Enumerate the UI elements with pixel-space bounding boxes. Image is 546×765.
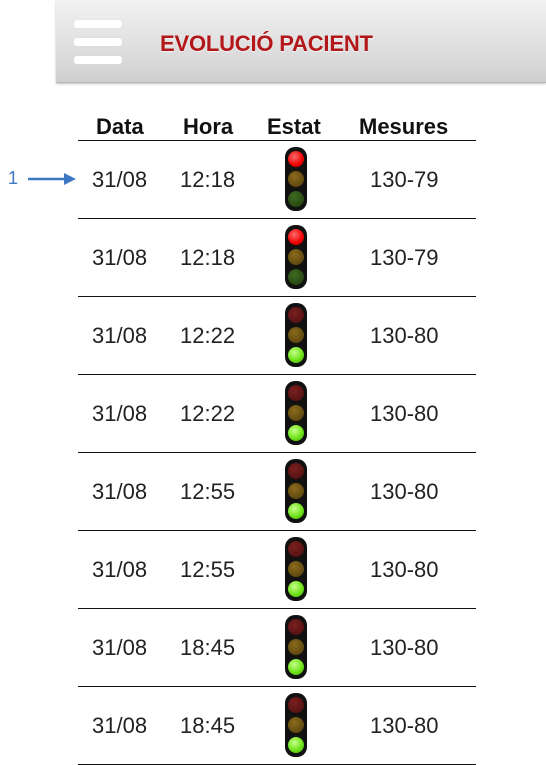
- cell-measure: 130-80: [370, 713, 439, 738]
- traffic-light-yellow-lamp: [288, 327, 304, 343]
- traffic-light-green-lamp: [288, 503, 304, 519]
- traffic-light-red-lamp: [288, 541, 304, 557]
- cell-measure: 130-80: [370, 401, 439, 426]
- cell-measure: 130-79: [370, 167, 439, 192]
- column-header-mesures: Mesures: [359, 114, 449, 139]
- cell-date: 31/08: [92, 323, 148, 348]
- cell-date: 31/08: [92, 635, 148, 660]
- arrow-right-icon: [28, 173, 76, 185]
- traffic-light-icon: [285, 303, 307, 367]
- traffic-light-green-lamp: [288, 659, 304, 675]
- cell-date: 31/08: [92, 479, 148, 504]
- menu-bar: [74, 20, 122, 28]
- menu-bar: [74, 56, 122, 64]
- traffic-light-green-lamp: [288, 191, 304, 207]
- traffic-light-green-lamp: [288, 737, 304, 753]
- cell-measure: 130-80: [370, 557, 439, 582]
- cell-date: 31/08: [92, 167, 148, 192]
- traffic-light-red-lamp: [288, 229, 304, 245]
- table-header: Data Hora Estat Mesures: [78, 108, 476, 141]
- column-header-hora: Hora: [183, 114, 234, 139]
- page-title: EVOLUCIÓ PACIENT: [160, 31, 373, 56]
- traffic-light-green-lamp: [288, 269, 304, 285]
- traffic-light-yellow-lamp: [288, 639, 304, 655]
- traffic-light-red-lamp: [288, 697, 304, 713]
- table-row[interactable]: 31/08 18:45 130-80: [78, 687, 476, 765]
- traffic-light-red-lamp: [288, 151, 304, 167]
- traffic-light-icon: [285, 693, 307, 757]
- menu-bar: [74, 38, 122, 46]
- column-header-data: Data: [96, 114, 144, 139]
- cell-time: 12:22: [180, 401, 236, 426]
- traffic-light-yellow-lamp: [288, 405, 304, 421]
- table-row[interactable]: 31/08 18:45 130-80: [78, 609, 476, 687]
- cell-time: 12:18: [180, 167, 236, 192]
- traffic-light-icon: [285, 615, 307, 679]
- cell-date: 31/08: [92, 401, 148, 426]
- traffic-light-green-lamp: [288, 581, 304, 597]
- cell-time: 18:45: [180, 635, 236, 660]
- annotation-label: 1: [8, 168, 19, 188]
- cell-time: 12:55: [180, 479, 236, 504]
- table-row[interactable]: 31/08 12:55 130-80: [78, 453, 476, 531]
- traffic-light-yellow-lamp: [288, 561, 304, 577]
- traffic-light-yellow-lamp: [288, 717, 304, 733]
- traffic-light-yellow-lamp: [288, 483, 304, 499]
- table-body: 31/08 12:18 130-79 31/08 12:18 130-79 31/08 12:…: [78, 141, 476, 765]
- traffic-light-icon: [285, 537, 307, 601]
- traffic-light-icon: [285, 381, 307, 445]
- traffic-light-icon: [285, 459, 307, 523]
- table-row[interactable]: 31/08 12:22 130-80: [78, 375, 476, 453]
- column-header-estat: Estat: [267, 114, 321, 139]
- cell-date: 31/08: [92, 557, 148, 582]
- traffic-light-red-lamp: [288, 385, 304, 401]
- traffic-light-red-lamp: [288, 463, 304, 479]
- cell-time: 12:18: [180, 245, 236, 270]
- cell-time: 12:55: [180, 557, 236, 582]
- traffic-light-red-lamp: [288, 619, 304, 635]
- cell-measure: 130-80: [370, 479, 439, 504]
- app-header: EVOLUCIÓ PACIENT: [56, 0, 546, 83]
- traffic-light-green-lamp: [288, 347, 304, 363]
- cell-measure: 130-79: [370, 245, 439, 270]
- table-row[interactable]: 31/08 12:22 130-80: [78, 297, 476, 375]
- traffic-light-icon: [285, 147, 307, 211]
- cell-time: 12:22: [180, 323, 236, 348]
- traffic-light-red-lamp: [288, 307, 304, 323]
- traffic-light-yellow-lamp: [288, 171, 304, 187]
- cell-measure: 130-80: [370, 323, 439, 348]
- patient-evolution-table: Data Hora Estat Mesures 31/08 12:18 130-79…: [78, 108, 476, 765]
- cell-time: 18:45: [180, 713, 236, 738]
- cell-date: 31/08: [92, 245, 148, 270]
- hamburger-menu-icon[interactable]: [74, 18, 122, 66]
- cell-date: 31/08: [92, 713, 148, 738]
- traffic-light-icon: [285, 225, 307, 289]
- traffic-light-green-lamp: [288, 425, 304, 441]
- traffic-light-yellow-lamp: [288, 249, 304, 265]
- cell-measure: 130-80: [370, 635, 439, 660]
- table-row[interactable]: 31/08 12:18 130-79: [78, 219, 476, 297]
- table-row[interactable]: 31/08 12:18 130-79: [78, 141, 476, 219]
- table-row[interactable]: 31/08 12:55 130-80: [78, 531, 476, 609]
